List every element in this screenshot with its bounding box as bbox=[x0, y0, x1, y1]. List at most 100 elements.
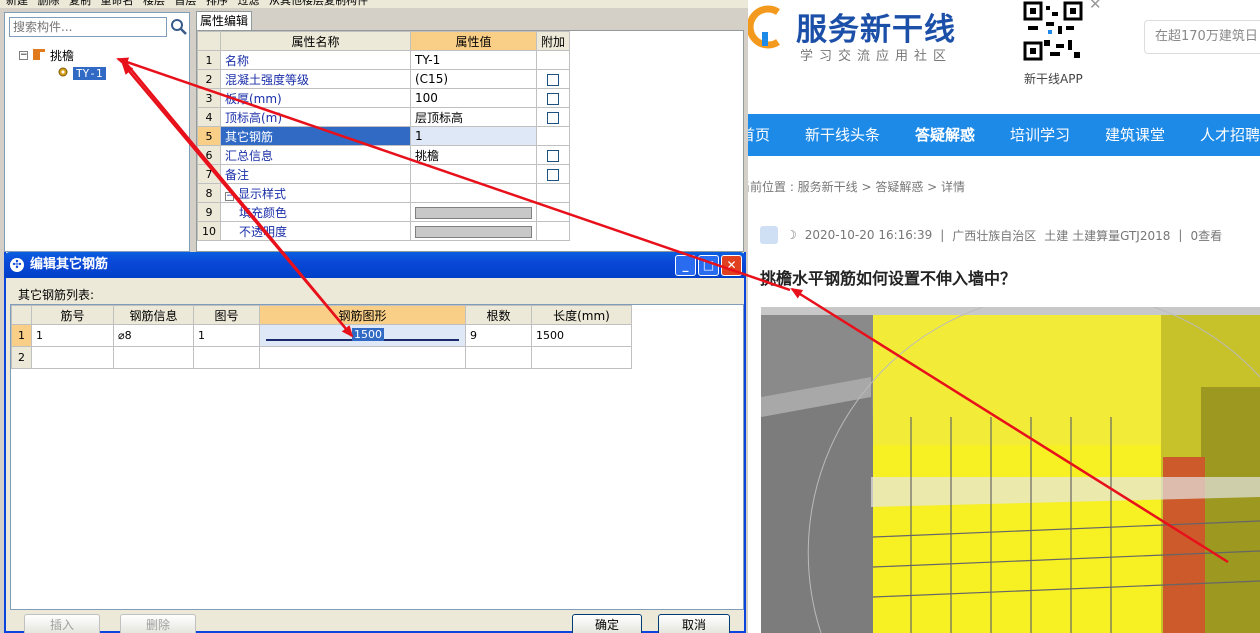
property-value[interactable]: 层顶标高 bbox=[410, 107, 537, 127]
bar-no-cell[interactable]: 1 bbox=[31, 324, 114, 347]
count-cell[interactable] bbox=[465, 346, 532, 369]
sort-button[interactable]: 排序 bbox=[206, 0, 228, 8]
property-value[interactable]: TY-1 bbox=[410, 50, 537, 70]
edit-other-rebar-dialog: ✣ 编辑其它钢筋 _ □ ✕ 其它钢筋列表: 筋号 钢筋信息 图号 钢筋图形 根数… bbox=[4, 252, 746, 633]
property-row[interactable]: 10 不透明度 bbox=[197, 221, 571, 241]
extra-checkbox[interactable] bbox=[547, 149, 559, 162]
property-name: 板厚(mm) bbox=[220, 88, 411, 108]
component-search-input[interactable] bbox=[10, 18, 166, 36]
brand-name[interactable]: 服务新干线 bbox=[796, 4, 956, 49]
nav-item-qa[interactable]: 答疑解惑 bbox=[915, 114, 975, 156]
post-region: 广西壮族自治区 bbox=[952, 228, 1037, 243]
property-row[interactable]: 8 − 显示样式 bbox=[197, 183, 571, 203]
property-value[interactable] bbox=[410, 164, 537, 184]
delete-row-button[interactable]: 删除 bbox=[120, 614, 196, 633]
post-tags[interactable]: 土建 土建算量GTJ2018 bbox=[1044, 227, 1170, 244]
tree-node-tiaoyan[interactable]: − 挑檐 bbox=[19, 47, 74, 64]
row-number: 1 bbox=[197, 50, 221, 70]
rebar-shape-length-input[interactable]: 1500 bbox=[352, 328, 384, 341]
row-number: 2 bbox=[11, 346, 32, 369]
extra-checkbox[interactable] bbox=[547, 73, 559, 86]
rename-button[interactable]: 重命名 bbox=[101, 0, 134, 8]
component-search-box[interactable] bbox=[9, 17, 167, 37]
bar-no-cell[interactable] bbox=[31, 346, 114, 369]
color-swatch bbox=[415, 225, 532, 238]
main-nav: 首页 新干线头条 答疑解惑 培训学习 建筑课堂 人才招聘 bbox=[748, 114, 1260, 156]
extra-checkbox[interactable] bbox=[547, 111, 559, 124]
length-cell[interactable] bbox=[531, 346, 632, 369]
tree-node-ty1[interactable]: TY-1 bbox=[57, 66, 106, 81]
avatar[interactable] bbox=[760, 226, 778, 244]
rebar-shape-cell[interactable]: 1500 bbox=[259, 324, 466, 347]
component-tree-panel: − 挑檐 TY-1 bbox=[4, 12, 190, 252]
property-row-selected[interactable]: 5 其它钢筋 1 bbox=[197, 126, 571, 146]
property-name: 汇总信息 bbox=[220, 145, 411, 165]
minimize-button[interactable]: _ bbox=[675, 255, 696, 276]
property-value[interactable]: 100 bbox=[410, 88, 537, 108]
property-row[interactable]: 2 混凝土强度等级 (C15) bbox=[197, 69, 571, 89]
property-value[interactable]: 1 bbox=[410, 126, 537, 146]
rebar-info-cell[interactable]: ⌀8 bbox=[113, 324, 194, 347]
figure-no-cell[interactable]: 1 bbox=[193, 324, 260, 347]
row-number: 2 bbox=[197, 69, 221, 89]
ok-button[interactable]: 确定 bbox=[572, 614, 642, 633]
extra-checkbox[interactable] bbox=[547, 168, 559, 181]
collapse-icon[interactable]: − bbox=[225, 191, 234, 201]
cancel-button[interactable]: 取消 bbox=[658, 614, 730, 633]
search-icon[interactable] bbox=[169, 17, 189, 37]
extra-cell bbox=[535, 69, 571, 89]
nav-item-classroom[interactable]: 建筑课堂 bbox=[1105, 114, 1165, 156]
close-button[interactable]: ✕ bbox=[721, 255, 742, 276]
property-value[interactable]: (C15) bbox=[410, 69, 537, 89]
close-icon[interactable]: ✕ bbox=[1089, 0, 1102, 13]
property-name: 备注 bbox=[220, 164, 411, 184]
rebar-row[interactable]: 2 bbox=[11, 346, 632, 369]
row-number: 4 bbox=[197, 107, 221, 127]
property-row[interactable]: 7 备注 bbox=[197, 164, 571, 184]
nav-item-home[interactable]: 首页 bbox=[748, 114, 770, 156]
figure-no-cell[interactable] bbox=[193, 346, 260, 369]
row-number: 9 bbox=[197, 202, 221, 222]
filter-button[interactable]: 过滤 bbox=[238, 0, 260, 8]
property-value[interactable]: 挑檐 bbox=[410, 145, 537, 165]
floor-select[interactable]: 首层 bbox=[175, 0, 197, 8]
site-search-input[interactable]: 在超170万建筑日 bbox=[1144, 20, 1260, 54]
color-value[interactable] bbox=[410, 202, 537, 222]
property-row[interactable]: 6 汇总信息 挑檐 bbox=[197, 145, 571, 165]
property-row[interactable]: 4 顶标高(m) 层顶标高 bbox=[197, 107, 571, 127]
post-screenshot-image[interactable] bbox=[761, 292, 1260, 633]
extra-checkbox[interactable] bbox=[547, 92, 559, 105]
new-button[interactable]: 新建 bbox=[6, 0, 28, 8]
maximize-button[interactable]: □ bbox=[698, 255, 719, 276]
toolbar: 新建 删除 复制 重命名 楼层 首层 排序 过滤 从其他楼层复制构件 bbox=[0, 0, 748, 8]
extra-cell bbox=[535, 50, 571, 70]
rebar-shape-cell[interactable] bbox=[259, 346, 466, 369]
dialog-titlebar[interactable]: ✣ 编辑其它钢筋 _ □ ✕ bbox=[4, 252, 746, 278]
insert-button[interactable]: 插入 bbox=[24, 614, 100, 633]
nav-item-headlines[interactable]: 新干线头条 bbox=[805, 114, 880, 156]
property-row[interactable]: 9 填充颜色 bbox=[197, 202, 571, 222]
meta-divider: | bbox=[940, 228, 945, 242]
breadcrumb: 当前位置 : 服务新干线 > 答疑解惑 > 详情 bbox=[748, 178, 965, 195]
count-cell[interactable]: 9 bbox=[465, 324, 532, 347]
column-header-value: 属性值 bbox=[410, 31, 537, 51]
delete-button[interactable]: 删除 bbox=[38, 0, 60, 8]
brand-logo-icon[interactable] bbox=[748, 2, 788, 62]
rebar-info-cell[interactable] bbox=[113, 346, 194, 369]
collapse-icon[interactable]: − bbox=[19, 51, 28, 60]
rebar-row[interactable]: 1 1 ⌀8 1 1500 9 1500 bbox=[11, 324, 632, 347]
column-header-bar-no: 筋号 bbox=[31, 305, 114, 325]
nav-item-jobs[interactable]: 人才招聘 bbox=[1200, 114, 1260, 156]
length-cell[interactable]: 1500 bbox=[531, 324, 632, 347]
property-row[interactable]: 3 板厚(mm) 100 bbox=[197, 88, 571, 108]
color-value[interactable] bbox=[410, 221, 537, 241]
copy-from-floor-button[interactable]: 从其他楼层复制构件 bbox=[269, 0, 368, 8]
column-header-name: 属性名称 bbox=[220, 31, 411, 51]
copy-button[interactable]: 复制 bbox=[69, 0, 91, 8]
column-header-extra: 附加 bbox=[535, 31, 571, 51]
app-download-label[interactable]: 新干线APP bbox=[1024, 70, 1083, 87]
nav-item-training[interactable]: 培训学习 bbox=[1010, 114, 1070, 156]
tab-property-edit[interactable]: 属性编辑 bbox=[196, 11, 252, 31]
property-row[interactable]: 1 名称 TY-1 bbox=[197, 50, 571, 70]
moon-icon: ☽ bbox=[786, 228, 797, 242]
